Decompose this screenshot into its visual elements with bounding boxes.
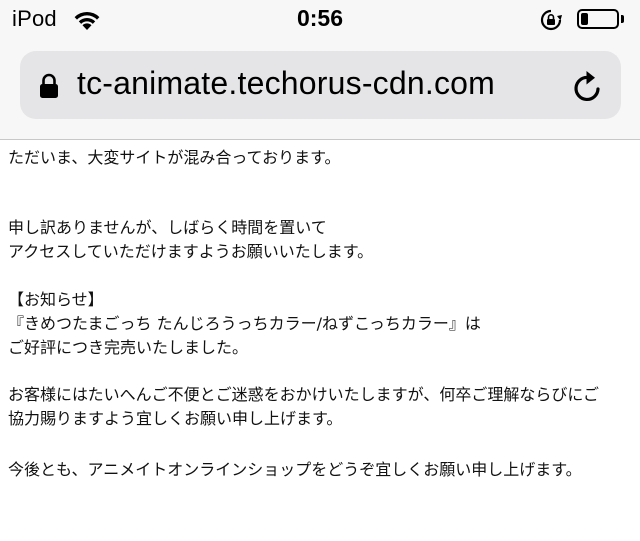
apology-message: 申し訳ありませんが、しばらく時間を置いて アクセスしていただけますようお願いいた… [8,216,373,264]
battery-icon [577,9,619,29]
apology-line: 申し訳ありませんが、しばらく時間を置いて [8,218,327,237]
inconvenience-message: お客様にはたいへんご不便とご迷惑をおかけいたしますが、何卒ご理解ならびにご 協力… [8,383,599,431]
padlock-icon [39,73,59,103]
notice-heading: 【お知らせ】 [8,290,104,309]
battery-cap [621,15,624,23]
inconvenience-line: お客様にはたいへんご不便とご迷惑をおかけいたしますが、何卒ご理解ならびにご [8,385,600,404]
status-bar: iPod 0:56 [0,0,640,44]
notice-line: 『きめつたまごっち たんじろうっちカラー/ねずこっちカラー』は [8,314,481,333]
browser-chrome: iPod 0:56 tc-animate.techorus-cdn.com [0,0,640,140]
notice-message: 【お知らせ】 『きめつたまごっち たんじろうっちカラー/ねずこっちカラー』は ご… [8,288,481,360]
address-bar[interactable]: tc-animate.techorus-cdn.com [20,51,621,119]
notice-line: ご好評につき完売いたしました。 [8,338,249,357]
inconvenience-line: 協力賜りますよう宜しくお願い申し上げます。 [8,409,343,428]
battery-level [581,13,588,25]
busy-message-text: ただいま、大変サイトが混み合っております。 [8,148,341,167]
rotation-lock-icon [540,9,562,35]
closing-text: 今後とも、アニメイトオンラインショップをどうぞ宜しくお願い申し上げます。 [8,460,582,479]
closing-message: 今後とも、アニメイトオンラインショップをどうぞ宜しくお願い申し上げます。 [8,458,582,482]
apology-line: アクセスしていただけますようお願いいたします。 [8,242,374,261]
url-text[interactable]: tc-animate.techorus-cdn.com [77,65,495,102]
reload-icon[interactable] [571,68,605,104]
busy-message: ただいま、大変サイトが混み合っております。 [8,146,340,170]
